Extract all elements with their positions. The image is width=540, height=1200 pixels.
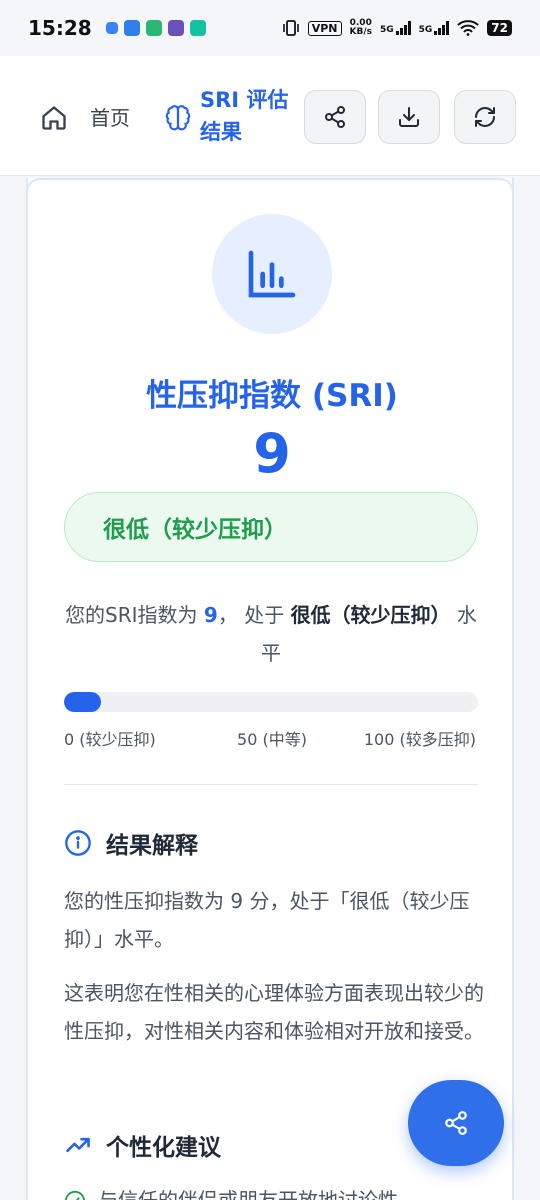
- advice-heading-text: 个性化建议: [106, 1135, 221, 1161]
- bar-chart-icon: [248, 250, 296, 298]
- app-browser-icon: [123, 20, 140, 36]
- app-store-icon: [145, 20, 162, 36]
- status-indicators: VPN 0.00 KB/s 5G 5G 72: [282, 19, 512, 37]
- vibrate-icon: [282, 20, 299, 36]
- trending-up-icon: [66, 1137, 90, 1153]
- interpretation-heading: 结果解释: [64, 826, 198, 860]
- share-button[interactable]: [304, 90, 366, 144]
- advice-item: 与信任的伴侣或朋友开放地讨论性: [64, 1184, 484, 1200]
- interpretation-para-1: 您的性压抑指数为 9 分，处于「很低（较少压抑）」水平。: [64, 889, 470, 951]
- floating-share-button[interactable]: [408, 1080, 504, 1166]
- divider: [64, 784, 478, 785]
- signal-bars-icon: [434, 21, 450, 35]
- refresh-icon: [475, 107, 495, 127]
- status-app-icons: [105, 20, 206, 36]
- wifi-icon: [457, 20, 479, 36]
- download-icon: [399, 107, 419, 127]
- summary-score: 9: [203, 603, 218, 627]
- score-progress-fill: [64, 692, 102, 712]
- breadcrumb-current: SRI 评估结果: [200, 88, 289, 144]
- refresh-button[interactable]: [454, 90, 516, 144]
- signal-bars-icon: [395, 21, 411, 35]
- breadcrumb-home[interactable]: 首页: [90, 102, 130, 131]
- info-icon: [65, 830, 91, 856]
- app-video-icon: [189, 20, 206, 36]
- advice-heading: 个性化建议: [64, 1128, 221, 1162]
- interpretation-para-2: 这表明您在性相关的心理体验方面表现出较少的性压抑，对性相关内容和体验相对开放和接…: [64, 981, 484, 1043]
- summary-level: 很低（较少压抑）: [290, 603, 451, 627]
- battery-indicator: 72: [487, 20, 512, 36]
- status-bar: 15:28 VPN 0.00 KB/s 5G 5G 72: [0, 0, 540, 56]
- signal-5g-1: 5G: [380, 21, 411, 35]
- level-badge: 很低（较少压抑）: [64, 492, 478, 562]
- check-circle-icon: [64, 1190, 86, 1200]
- chart-icon-badge: [212, 214, 332, 334]
- interpretation-heading-text: 结果解释: [106, 833, 198, 859]
- vpn-badge: VPN: [307, 20, 342, 36]
- share-icon: [325, 106, 345, 128]
- scale-max-label: 100 (较多压抑): [363, 730, 476, 749]
- score-progress-track: [64, 692, 478, 712]
- download-button[interactable]: [378, 90, 440, 144]
- app-notification-icon: [105, 22, 118, 34]
- signal-5g-2: 5G: [419, 21, 450, 35]
- share-icon: [445, 1111, 467, 1135]
- app-game-icon: [167, 20, 184, 36]
- score-summary: 您的SRI指数为 9， 处于 很低（较少压抑） 水平: [65, 603, 477, 665]
- network-speed: 0.00 KB/s: [349, 18, 372, 37]
- home-icon[interactable]: [40, 104, 68, 132]
- brain-icon: [165, 105, 191, 131]
- advice-item-text: 与信任的伴侣或朋友开放地讨论性: [98, 1188, 398, 1200]
- top-header: 首页 SRI 评估结果: [0, 56, 540, 176]
- result-card: 性压抑指数 (SRI) 9 很低（较少压抑） 您的SRI指数为 9， 处于 很低…: [26, 178, 514, 1200]
- score-value: 9: [253, 422, 291, 485]
- status-time: 15:28: [28, 16, 92, 40]
- score-title: 性压抑指数 (SRI): [146, 378, 398, 414]
